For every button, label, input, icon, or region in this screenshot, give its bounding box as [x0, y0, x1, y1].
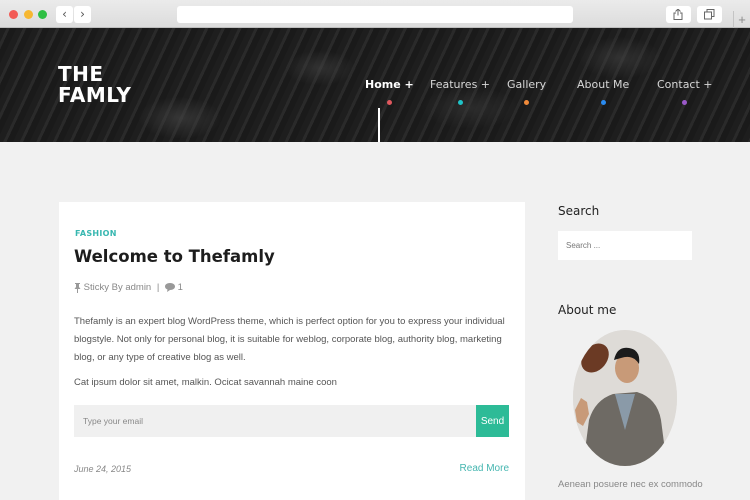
site-logo[interactable]: THE FAMLY	[58, 64, 131, 106]
post-meta-author[interactable]: Sticky By admin	[84, 282, 152, 293]
post-date: June 24, 2015	[74, 464, 132, 474]
nav-label: Contact +	[657, 78, 713, 91]
blog-post-card: FASHION Welcome to Thefamly Sticky By ad…	[59, 202, 525, 500]
nav-dot	[524, 100, 530, 105]
nav-dot	[682, 100, 688, 105]
read-more-link[interactable]: Read More	[460, 463, 509, 474]
post-excerpt-secondary: Cat ipsum dolor sit amet, malkin. Ocicat…	[74, 377, 337, 388]
maximize-window-button[interactable]	[38, 10, 47, 19]
nav-item-gallery[interactable]: Gallery	[507, 78, 546, 105]
site-header: THE FAMLY Home + Features + Gallery Abou…	[0, 28, 750, 142]
close-window-button[interactable]	[9, 10, 18, 19]
nav-label: Gallery	[507, 78, 547, 91]
send-button[interactable]: Send	[476, 405, 509, 437]
show-tabs-button[interactable]	[697, 6, 722, 23]
comment-count[interactable]: 1	[178, 282, 183, 293]
nav-dot	[386, 100, 392, 105]
logo-line-2: FAMLY	[58, 83, 132, 107]
forward-button[interactable]: ›	[74, 6, 91, 23]
nav-item-home[interactable]: Home +	[365, 78, 414, 105]
nav-item-contact[interactable]: Contact +	[657, 78, 713, 105]
post-excerpt: Thefamly is an expert blog WordPress the…	[74, 316, 505, 363]
plus-icon: +	[738, 12, 746, 27]
email-field[interactable]	[74, 405, 476, 437]
search-input[interactable]	[558, 231, 692, 260]
post-title[interactable]: Welcome to Thefamly	[74, 247, 275, 266]
tabs-icon	[704, 9, 715, 20]
chevron-left-icon: ‹	[62, 7, 67, 21]
nav-item-features[interactable]: Features +	[430, 78, 490, 105]
minimize-window-button[interactable]	[24, 10, 33, 19]
logo-line-1: THE	[58, 62, 104, 86]
about-text: Aenean posuere nec ex commodo	[558, 479, 703, 490]
search-widget-title: Search	[558, 204, 600, 218]
subscribe-form: Send	[74, 405, 509, 437]
nav-dot	[457, 100, 463, 105]
nav-item-about-me[interactable]: About Me	[577, 78, 629, 105]
nav-dot	[600, 100, 606, 105]
nav-label: Features +	[430, 78, 491, 91]
new-tab-button[interactable]: +	[733, 11, 750, 28]
back-button[interactable]: ‹	[56, 6, 73, 23]
active-nav-indicator	[378, 108, 380, 142]
pin-icon	[74, 282, 81, 293]
share-icon	[673, 9, 683, 20]
share-button[interactable]	[666, 6, 691, 23]
comment-icon	[164, 283, 175, 292]
address-bar[interactable]	[177, 6, 573, 23]
nav-label: Home +	[365, 78, 414, 91]
author-photo	[573, 330, 677, 466]
chevron-right-icon: ›	[80, 7, 85, 21]
author-avatar	[573, 330, 677, 466]
nav-label: About Me	[577, 78, 630, 91]
post-category-link[interactable]: FASHION	[75, 229, 117, 238]
post-meta: Sticky By admin | 1	[74, 282, 183, 293]
browser-toolbar: ‹ › +	[0, 0, 750, 28]
meta-separator: |	[156, 282, 160, 293]
about-widget-title: About me	[558, 303, 617, 317]
